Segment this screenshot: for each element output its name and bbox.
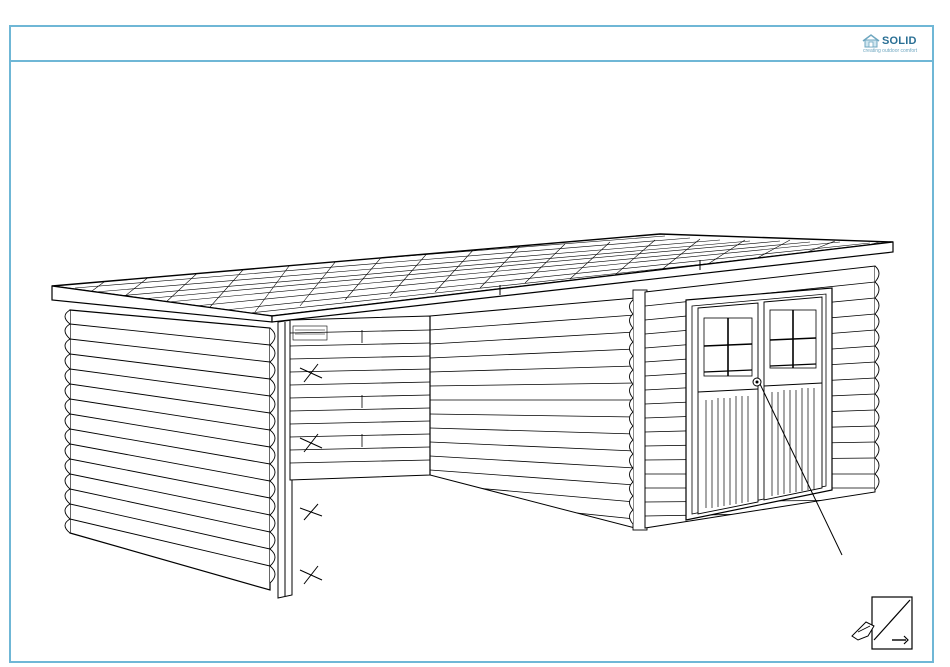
double-door xyxy=(685,287,833,521)
back-wall xyxy=(289,315,431,481)
middle-wall xyxy=(429,297,636,529)
cabin-drawing xyxy=(51,233,913,650)
left-wall xyxy=(64,309,276,591)
page-turn-icon xyxy=(851,596,913,650)
